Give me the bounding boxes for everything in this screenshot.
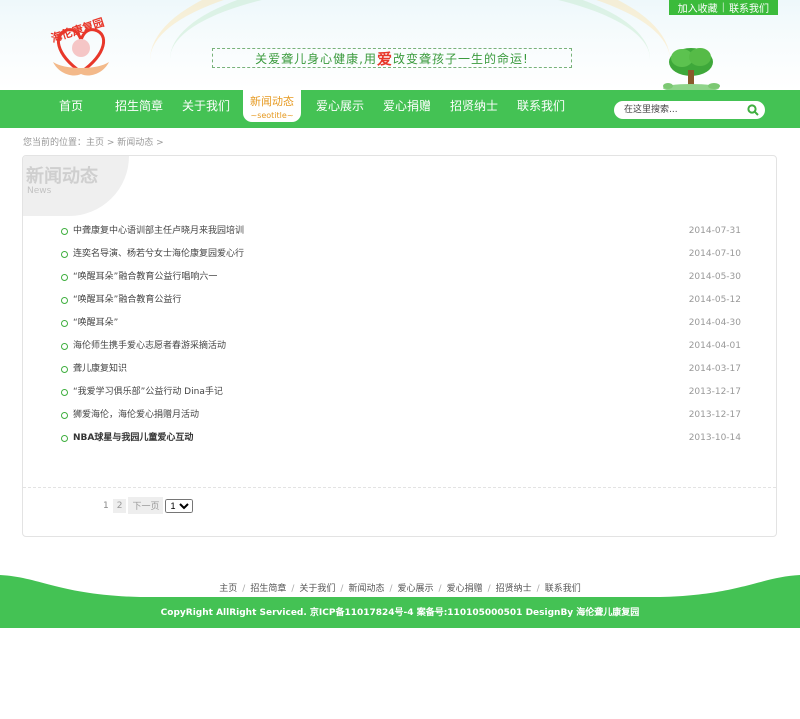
slogan-love-word: 爱 [377,49,394,68]
news-title[interactable]: 聋儿康复知识 [73,360,127,378]
news-item[interactable]: 连奕名导演、杨若兮女士海伦康复园爱心行 2014-07-10 [61,245,741,268]
footer-link-about[interactable]: 关于我们 [299,584,335,594]
nav-item-home[interactable]: 首页 [59,90,83,128]
news-item[interactable]: “唤醒耳朵” 2014-04-30 [61,314,741,337]
page: 加入收藏 | 联系我们 海伦康复园 关爱聋儿身心健康,用爱改变聋孩子一生的命运!… [0,0,800,719]
page-select[interactable]: 1 [165,498,194,513]
bullet-icon [61,366,68,373]
breadcrumb: 您当前的位置：主页 > 新闻动态 > [23,138,164,148]
panel-subtitle: News [27,186,52,196]
nav-item-news-label: 新闻动态 [250,95,294,108]
news-item[interactable]: “唤醒耳朵”融合教育公益行 2014-05-12 [61,291,741,314]
footer-separator: / [242,584,246,594]
bullet-icon [61,389,68,396]
nav-item-donation[interactable]: 爱心捐赠 [383,90,431,128]
footer-separator: / [438,584,442,594]
news-item[interactable]: “我爱学习俱乐部”公益行动 Dina手记 2013-12-17 [61,383,741,406]
news-date: 2014-07-31 [688,226,741,236]
bullet-icon [61,435,68,442]
panel-divider [23,487,776,488]
search-icon[interactable] [747,104,759,116]
nav-item-news-subtitle: ~seotitle~ [250,111,294,120]
nav-item-news-active[interactable]: 新闻动态 ~seotitle~ [243,86,301,122]
news-title[interactable]: “我爱学习俱乐部”公益行动 Dina手记 [73,383,223,401]
news-item[interactable]: 狮爱海伦，海伦爱心捐赠月活动 2013-12-17 [61,406,741,429]
nav-item-love-showcase[interactable]: 爱心展示 [316,90,364,128]
news-item[interactable]: NBA球星与我园儿童爱心互动 2013-10-14 [61,429,741,452]
footer-copyright: CopyRight AllRight Serviced. 京ICP备110178… [0,599,800,628]
news-item[interactable]: 中聋康复中心语训部主任卢晓月来我园培训 2014-07-31 [61,222,741,245]
slogan-text-before: 关爱聋儿身心健康,用 [255,51,377,66]
header: 加入收藏 | 联系我们 海伦康复园 关爱聋儿身心健康,用爱改变聋孩子一生的命运! [0,0,800,90]
bullet-icon [61,228,68,235]
footer-separator: / [291,584,295,594]
top-links: 加入收藏 | 联系我们 [668,0,778,15]
next-page-button[interactable]: 下一页 [128,497,164,514]
news-date: 2014-05-12 [688,295,741,305]
bullet-icon [61,297,68,304]
slogan-text-after: 改变聋孩子一生的命运! [393,51,529,66]
nav-item-careers[interactable]: 招贤纳士 [450,90,498,128]
news-date: 2014-04-30 [688,318,741,328]
add-favorite-link[interactable]: 加入收藏 [674,0,722,15]
news-title[interactable]: “唤醒耳朵” [73,314,118,332]
bullet-icon [61,320,68,327]
footer-link-love-showcase[interactable]: 爱心展示 [398,584,434,594]
news-date: 2014-04-01 [688,341,741,351]
news-item[interactable]: 聋儿康复知识 2014-03-17 [61,360,741,383]
news-date: 2014-07-10 [688,249,741,259]
news-panel: 新闻动态 News 中聋康复中心语训部主任卢晓月来我园培训 2014-07-31 … [22,155,777,537]
footer-separator: / [487,584,491,594]
pagination: 1 2 下一页 1 [101,497,194,514]
footer-link-news[interactable]: 新闻动态 [348,584,384,594]
panel-title: 新闻动态 [26,166,98,187]
contact-us-top-link[interactable]: 联系我们 [725,0,773,15]
news-date: 2014-05-30 [688,272,741,282]
bullet-icon [61,412,68,419]
news-title[interactable]: 狮爱海伦，海伦爱心捐赠月活动 [73,406,199,424]
footer-links: 主页 / 招生简章 / 关于我们 / 新闻动态 / 爱心展示 / 爱心捐赠 / 招贤纳士 / 联系我们 [0,581,800,594]
page-number-link[interactable]: 2 [112,498,127,513]
news-title[interactable]: 连奕名导演、杨若兮女士海伦康复园爱心行 [73,245,244,263]
panel-title-tag: 新闻动态 News [23,156,129,216]
bullet-icon [61,274,68,281]
news-list: 中聋康复中心语训部主任卢晓月来我园培训 2014-07-31 连奕名导演、杨若兮女… [61,222,741,452]
news-date: 2013-12-17 [688,410,741,420]
bullet-icon [61,343,68,350]
news-date: 2013-12-17 [688,387,741,397]
news-date: 2013-10-14 [688,433,741,443]
footer-separator: / [389,584,393,594]
search-input[interactable]: 在这里搜索... [614,101,765,119]
news-title[interactable]: “唤醒耳朵”融合教育公益行 [73,291,181,309]
news-title[interactable]: 海伦师生携手爱心志愿者春游采摘活动 [73,337,226,355]
tree-icon [663,48,720,90]
news-item[interactable]: “唤醒耳朵”融合教育公益行唱响六一 2014-05-30 [61,268,741,291]
bullet-icon [61,251,68,258]
news-title[interactable]: NBA球星与我园儿童爱心互动 [73,429,193,447]
footer-separator: / [536,584,540,594]
rainbow-decoration-inner [170,0,650,90]
news-item[interactable]: 海伦师生携手爱心志愿者春游采摘活动 2014-04-01 [61,337,741,360]
page-number-current: 1 [103,500,109,511]
news-title[interactable]: “唤醒耳朵”融合教育公益行唱响六一 [73,268,217,286]
nav-item-admissions[interactable]: 招生简章 [115,90,163,128]
footer-link-home[interactable]: 主页 [219,584,237,594]
footer-link-admissions[interactable]: 招生简章 [250,584,286,594]
slogan-banner: 关爱聋儿身心健康,用爱改变聋孩子一生的命运! [212,48,572,68]
footer-link-careers[interactable]: 招贤纳士 [496,584,532,594]
news-title[interactable]: 中聋康复中心语训部主任卢晓月来我园培训 [73,222,244,240]
footer-separator: / [340,584,344,594]
footer-link-donation[interactable]: 爱心捐赠 [447,584,483,594]
footer-link-contact[interactable]: 联系我们 [545,584,581,594]
rainbow-decoration [150,0,670,90]
news-date: 2014-03-17 [688,364,741,374]
nav-item-contact[interactable]: 联系我们 [517,90,565,128]
search-placeholder: 在这里搜索... [624,105,678,115]
nav-item-about[interactable]: 关于我们 [182,90,230,128]
